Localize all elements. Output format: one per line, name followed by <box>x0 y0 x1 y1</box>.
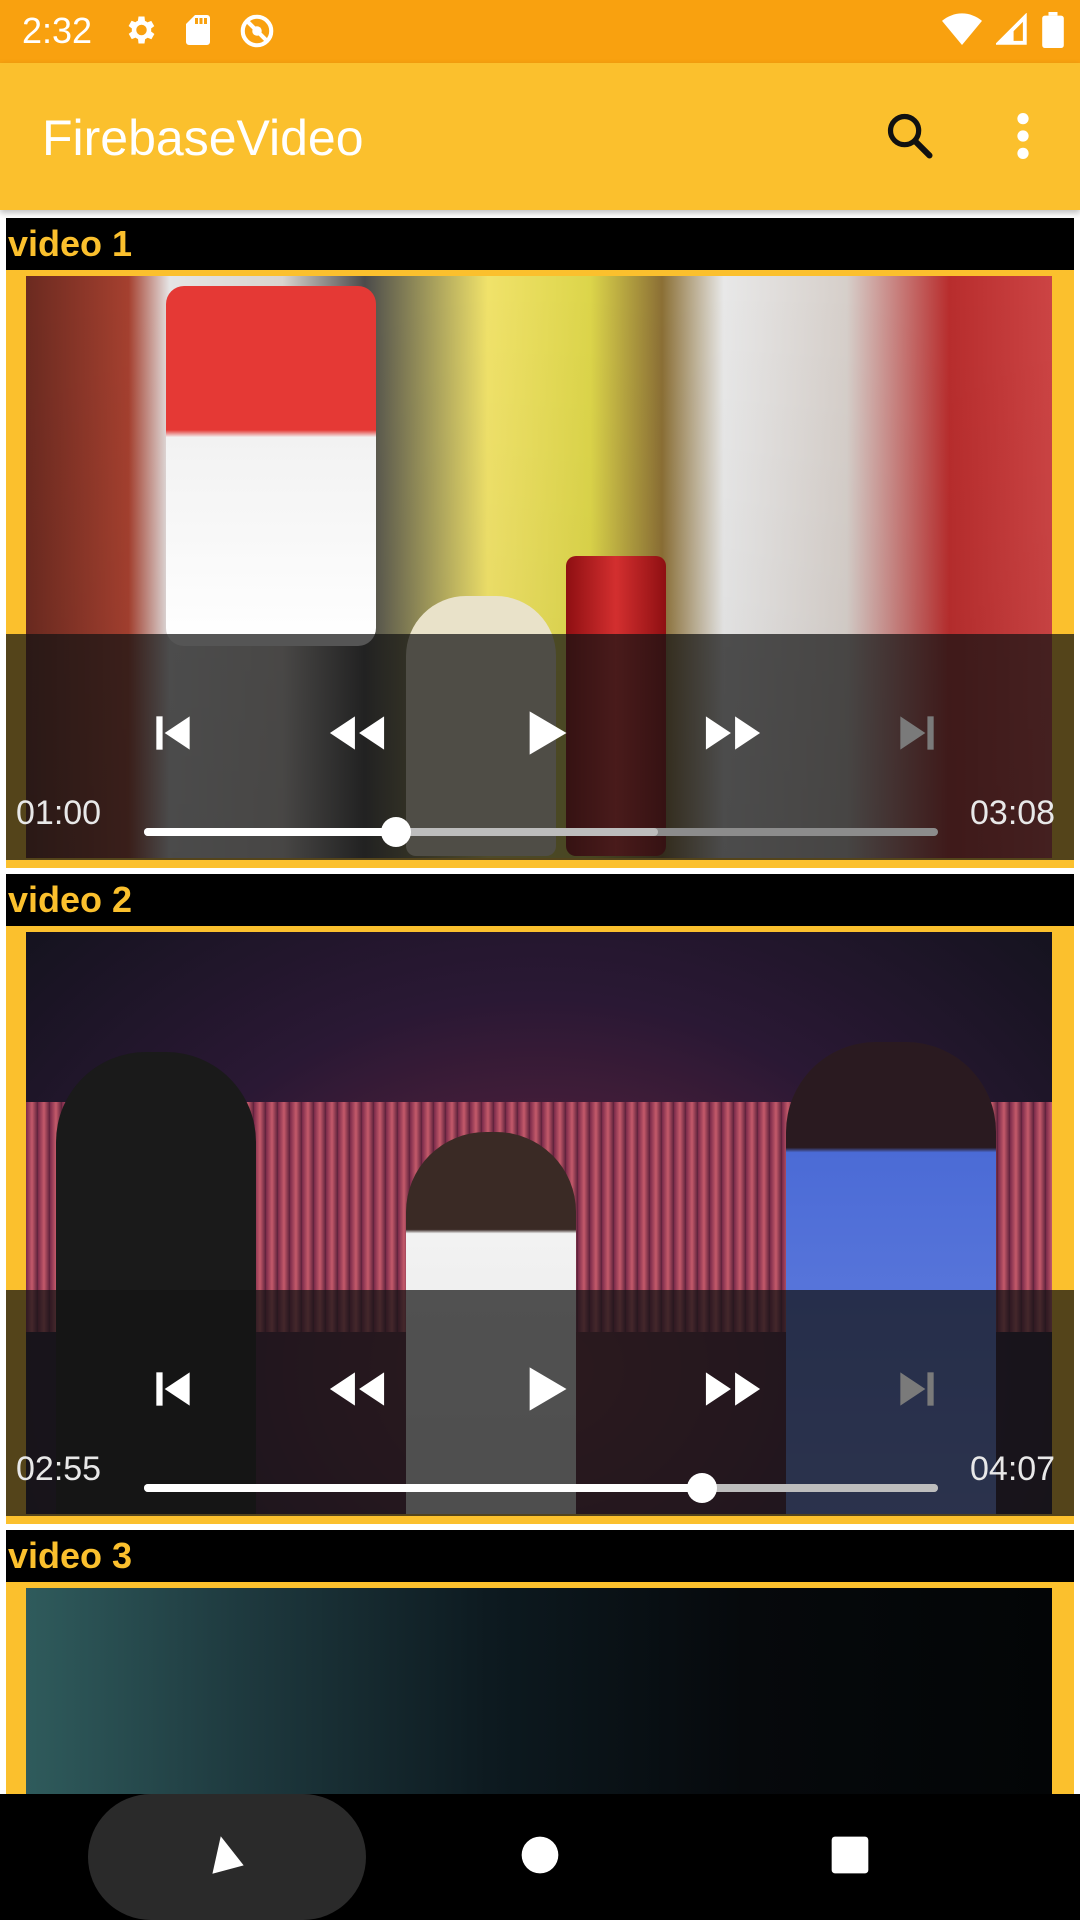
total-time: 04:07 <box>970 1450 1056 1488</box>
app-title: FirebaseVideo <box>42 110 364 166</box>
app-bar: FirebaseVideo <box>0 63 1080 210</box>
sd-card-icon <box>180 12 216 50</box>
player-controls: 02:55 04:07 <box>6 1290 1074 1516</box>
fast-forward-button[interactable] <box>688 1346 778 1436</box>
video-title: video 2 <box>6 874 1074 926</box>
rewind-icon <box>325 1364 389 1419</box>
search-icon <box>884 110 936 167</box>
home-icon <box>520 1835 560 1880</box>
video-player[interactable] <box>26 1588 1052 1794</box>
battery-icon <box>1042 12 1064 48</box>
more-vert-icon <box>1013 110 1033 167</box>
seek-thumb[interactable] <box>687 1473 718 1503</box>
video-card: video 2 02:55 04:07 <box>6 874 1074 1524</box>
play-icon <box>524 707 570 764</box>
rewind-icon <box>325 708 389 763</box>
back-icon <box>202 1830 252 1885</box>
play-button[interactable] <box>502 690 592 780</box>
sync-disabled-icon <box>238 12 276 50</box>
seek-bar[interactable] <box>144 817 938 847</box>
fast-forward-icon <box>701 708 765 763</box>
skip-previous-button[interactable] <box>128 1346 218 1436</box>
status-icons-left <box>122 12 276 50</box>
fast-forward-icon <box>701 1364 765 1419</box>
status-time: 2:32 <box>22 10 93 51</box>
skip-previous-icon <box>148 1364 198 1419</box>
skip-previous-button[interactable] <box>128 690 218 780</box>
video-list[interactable]: video 1 01:00 03:08 video 2 02:55 04:07 … <box>0 210 1080 1794</box>
back-button[interactable] <box>88 1794 366 1920</box>
recents-button[interactable] <box>810 1817 890 1897</box>
recents-icon <box>830 1835 870 1880</box>
search-button[interactable] <box>875 103 945 173</box>
skip-next-button[interactable] <box>872 1346 962 1436</box>
video-card: video 3 <box>6 1530 1074 1794</box>
skip-next-icon <box>892 708 942 763</box>
gear-icon <box>122 12 158 50</box>
seek-thumb[interactable] <box>381 817 412 847</box>
current-time: 01:00 <box>16 794 102 832</box>
cell-signal-icon <box>996 13 1028 47</box>
video-title: video 3 <box>6 1530 1074 1582</box>
total-time: 03:08 <box>970 794 1056 832</box>
video-card: video 1 01:00 03:08 <box>6 218 1074 868</box>
progress-bar <box>144 1484 703 1492</box>
status-bar: 2:32 <box>0 0 1080 63</box>
overflow-menu-button[interactable] <box>988 103 1058 173</box>
video-thumbnail <box>166 286 376 646</box>
wifi-icon <box>942 13 982 47</box>
rewind-button[interactable] <box>312 1346 402 1436</box>
skip-next-button[interactable] <box>872 690 962 780</box>
video-title: video 1 <box>6 218 1074 270</box>
home-button[interactable] <box>500 1817 580 1897</box>
seek-bar[interactable] <box>144 1473 938 1503</box>
rewind-button[interactable] <box>312 690 402 780</box>
progress-bar <box>144 828 397 836</box>
current-time: 02:55 <box>16 1450 102 1488</box>
status-icons-right <box>942 12 1064 48</box>
navigation-bar <box>0 1794 1080 1920</box>
play-button[interactable] <box>502 1346 592 1436</box>
fast-forward-button[interactable] <box>688 690 778 780</box>
skip-previous-icon <box>148 708 198 763</box>
play-icon <box>524 1363 570 1420</box>
skip-next-icon <box>892 1364 942 1419</box>
player-controls: 01:00 03:08 <box>6 634 1074 860</box>
